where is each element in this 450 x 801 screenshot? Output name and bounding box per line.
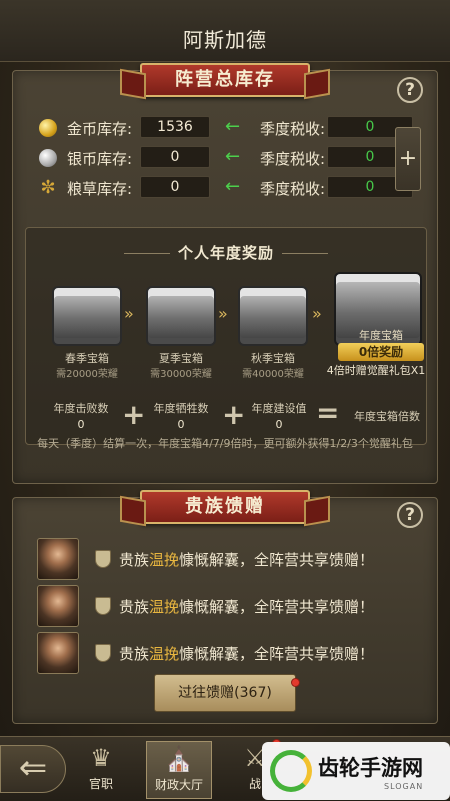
noble-badge-icon: [95, 644, 111, 662]
watermark-name: 齿轮手游网: [318, 756, 423, 780]
autumn-chest-req: 需40000荣耀: [242, 369, 304, 380]
transfer-arrow-icon: ←: [225, 116, 241, 137]
gold-coin-icon: [39, 119, 57, 137]
hall-icon: ⛪: [164, 745, 194, 773]
gift-entry: 贵族温挽慷慨解囊，全阵营共享馈赠！: [37, 632, 417, 674]
build-value-value: 0: [275, 418, 283, 431]
gold-row: 金币库存: 1536 ← 季度税收: 0: [25, 116, 413, 140]
noble-badge-icon: [95, 550, 111, 568]
noble-name[interactable]: 温挽: [149, 551, 179, 569]
page-title: 阿斯加德: [183, 28, 267, 52]
grain-row: ✼ 粮草库存: 0 ← 季度税收: 0: [25, 176, 413, 200]
annual-reward-box: 个人年度奖励 春季宝箱 需20000荣耀 » 夏季宝箱 需30000荣耀 » 秋…: [25, 227, 427, 445]
grain-value: 0: [140, 176, 210, 198]
chevron-right-icon: »: [124, 304, 134, 323]
notification-dot: [291, 678, 300, 687]
plus-icon: +: [122, 398, 146, 431]
grain-label: 粮草库存:: [67, 180, 133, 198]
avatar[interactable]: [37, 538, 79, 580]
gift-entry: 贵族温挽慷慨解囊，全阵营共享馈赠！: [37, 538, 417, 580]
silver-tax-label: 季度税收:: [260, 150, 326, 168]
spring-chest-icon[interactable]: [52, 286, 122, 346]
grain-tax-label: 季度税收:: [260, 180, 326, 198]
avatar[interactable]: [37, 632, 79, 674]
summer-chest-name: 夏季宝箱: [159, 352, 203, 365]
annual-chest-name: 年度宝箱: [359, 329, 403, 342]
gold-tax-label: 季度税收:: [260, 120, 326, 138]
summer-chest-icon[interactable]: [146, 286, 216, 346]
chest-multiplier-label: 年度宝箱倍数: [354, 410, 420, 423]
inventory-ribbon: 阵营总库存: [140, 63, 310, 97]
autumn-chest-icon[interactable]: [238, 286, 308, 346]
plus-icon: +: [222, 398, 246, 431]
inventory-help-button[interactable]: ?: [397, 77, 423, 103]
gear-logo-icon: [270, 750, 312, 792]
chevron-right-icon: »: [218, 304, 228, 323]
gold-label: 金币库存:: [67, 120, 133, 138]
top-bar: 阿斯加德: [0, 0, 450, 62]
settlement-note: 每天（季度）结算一次，年度宝箱4/7/9倍时，更可额外获得1/2/3个觉醒礼包: [37, 437, 413, 450]
grain-icon: ✼: [40, 177, 56, 198]
annual-chest-desc: 4倍时赠觉醒礼包X1: [326, 364, 426, 377]
avatar[interactable]: [37, 585, 79, 627]
sacrifice-count-value: 0: [177, 418, 185, 431]
noble-badge-icon: [95, 597, 111, 615]
spring-chest-req: 需20000荣耀: [56, 369, 118, 380]
gift-message: 贵族温挽慷慨解囊，全阵营共享馈赠！: [119, 551, 375, 569]
crown-icon: ♛: [90, 744, 112, 772]
annual-chest-bonus: 0倍奖励: [338, 343, 424, 361]
back-arrow-icon: ⇐: [18, 748, 48, 788]
build-value-label: 年度建设值: [251, 402, 307, 415]
add-resource-button[interactable]: +: [395, 127, 421, 191]
defeat-count-label: 年度击败数: [53, 402, 109, 415]
back-button[interactable]: ⇐: [0, 745, 66, 793]
silver-coin-icon: [39, 149, 57, 167]
past-gifts-button[interactable]: 过往馈赠(367): [154, 674, 296, 712]
silver-value: 0: [140, 146, 210, 168]
transfer-arrow-icon: ←: [225, 176, 241, 197]
gift-help-button[interactable]: ?: [397, 502, 423, 528]
summer-chest-req: 需30000荣耀: [150, 369, 212, 380]
noble-name[interactable]: 温挽: [149, 645, 179, 663]
gift-message: 贵族温挽慷慨解囊，全阵营共享馈赠！: [119, 598, 375, 616]
defeat-count-value: 0: [77, 418, 85, 431]
gift-entry: 贵族温挽慷慨解囊，全阵营共享馈赠！: [37, 585, 417, 627]
silver-label: 银币库存:: [67, 150, 133, 168]
watermark-slogan: SLOGAN: [384, 782, 424, 791]
nav-item-treasury[interactable]: ⛪ 财政大厅: [146, 741, 212, 799]
silver-row: 银币库存: 0 ← 季度税收: 0: [25, 146, 413, 170]
gift-message: 贵族温挽慷慨解囊，全阵营共享馈赠！: [119, 645, 375, 663]
spring-chest-name: 春季宝箱: [65, 352, 109, 365]
gold-value: 1536: [140, 116, 210, 138]
watermark: 齿轮手游网 SLOGAN: [262, 742, 450, 800]
noble-gift-panel: 贵族馈赠 ? 贵族温挽慷慨解囊，全阵营共享馈赠！ 贵族温挽慷慨解囊，全阵营共享馈…: [12, 490, 438, 724]
equals-icon: =: [316, 396, 340, 429]
annual-reward-title: 个人年度奖励: [26, 242, 426, 263]
sacrifice-count-label: 年度牺牲数: [153, 402, 209, 415]
chevron-right-icon: »: [312, 304, 322, 323]
nav-item-label: 官职: [88, 777, 113, 791]
inventory-panel: 阵营总库存 ? 金币库存: 1536 ← 季度税收: 0 银币库存: 0 ← 季…: [12, 63, 438, 484]
autumn-chest-name: 秋季宝箱: [251, 352, 295, 365]
noble-name[interactable]: 温挽: [149, 598, 179, 616]
noble-gift-ribbon: 贵族馈赠: [140, 490, 310, 524]
nav-item-label: 财政大厅: [154, 778, 203, 792]
nav-item-office[interactable]: ♛ 官职: [68, 741, 134, 799]
transfer-arrow-icon: ←: [225, 146, 241, 167]
